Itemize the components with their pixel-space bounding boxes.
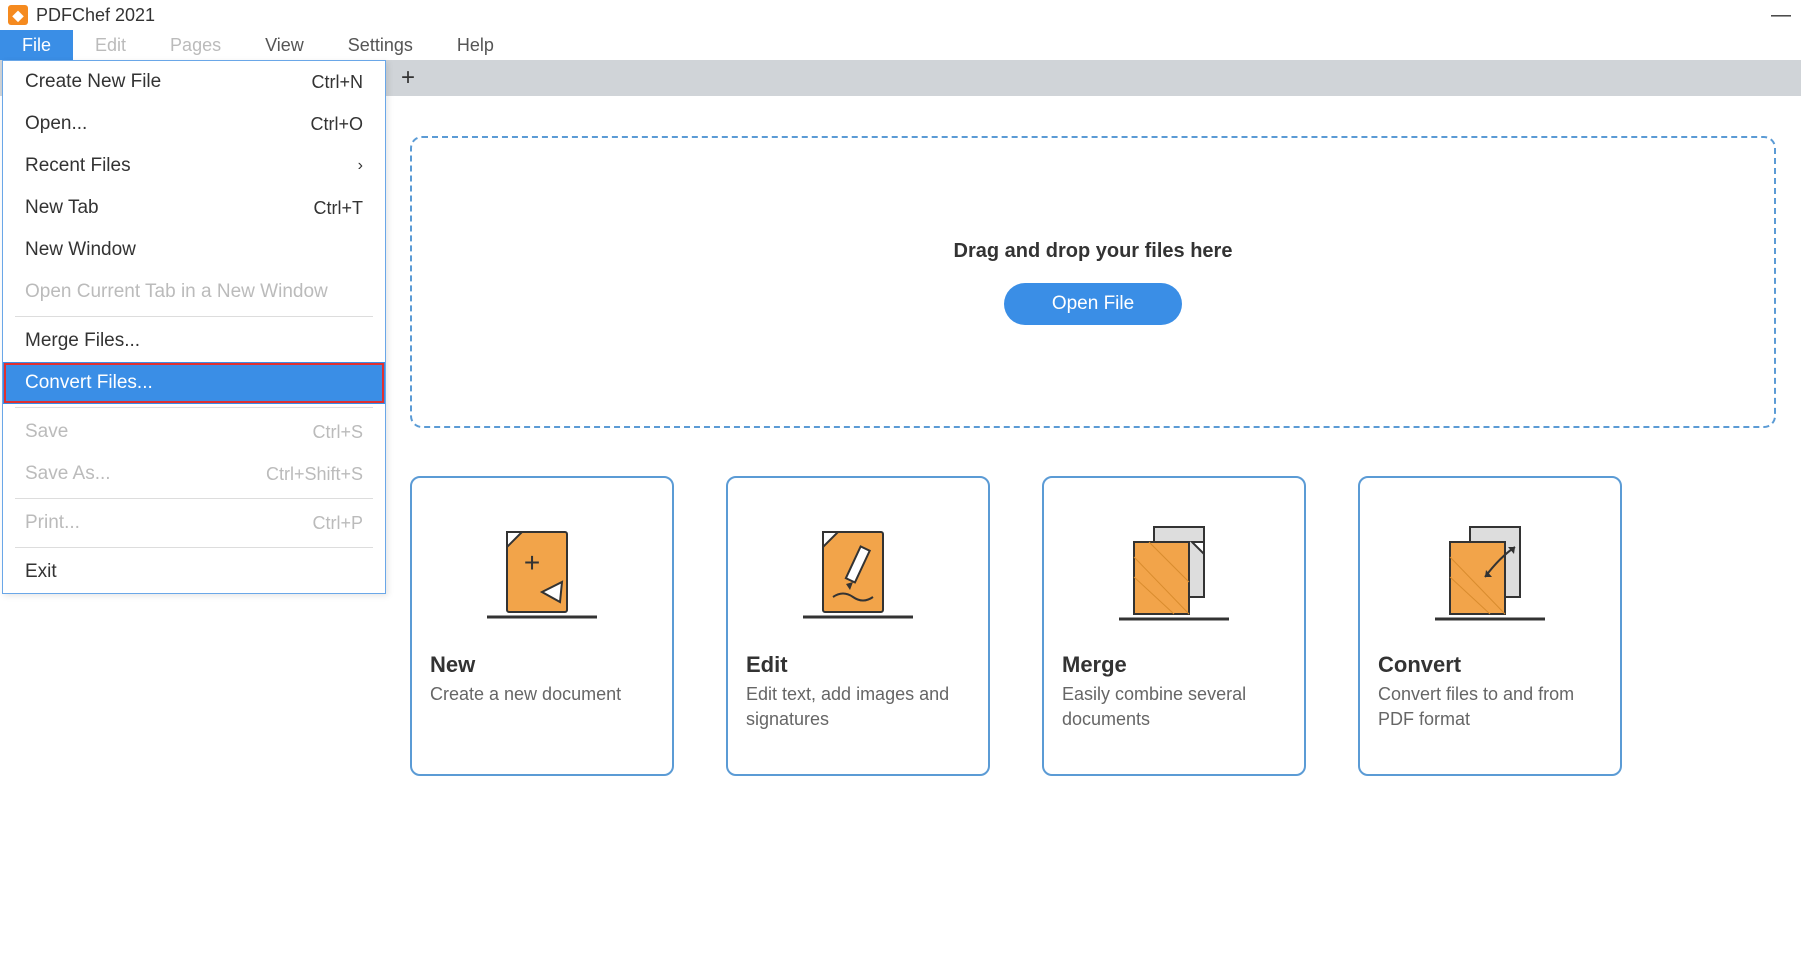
- svg-text:+: +: [524, 547, 540, 578]
- card-title: Edit: [746, 652, 970, 678]
- shortcut-text: Ctrl+P: [312, 513, 363, 534]
- file-menu-label: New Window: [25, 239, 136, 261]
- menu-separator: [15, 498, 373, 499]
- card-edit[interactable]: Edit Edit text, add images and signature…: [726, 476, 990, 776]
- card-desc: Edit text, add images and signatures: [746, 682, 970, 732]
- chevron-right-icon: ›: [358, 157, 363, 175]
- shortcut-text: Ctrl+N: [311, 72, 363, 93]
- card-title: Merge: [1062, 652, 1286, 678]
- file-menu-label: Recent Files: [25, 155, 131, 177]
- main-area: Drag and drop your files here Open File …: [390, 96, 1801, 979]
- shortcut-text: Ctrl+T: [314, 198, 364, 219]
- shortcut-text: Ctrl+Shift+S: [266, 464, 363, 485]
- menu-help[interactable]: Help: [435, 30, 516, 60]
- menu-settings[interactable]: Settings: [326, 30, 435, 60]
- file-menu-convert[interactable]: Convert Files...: [3, 362, 385, 404]
- card-title: Convert: [1378, 652, 1602, 678]
- drop-zone-text: Drag and drop your files here: [954, 240, 1233, 263]
- edit-document-icon: [746, 492, 970, 632]
- file-menu-label: Print...: [25, 512, 80, 534]
- menu-view[interactable]: View: [243, 30, 326, 60]
- file-menu-open-in-new-window: Open Current Tab in a New Window: [3, 271, 385, 313]
- file-menu-recent[interactable]: Recent Files ›: [3, 145, 385, 187]
- card-new[interactable]: + New Create a new document: [410, 476, 674, 776]
- file-menu-label: Save: [25, 421, 68, 443]
- file-menu-save-as: Save As... Ctrl+Shift+S: [3, 453, 385, 495]
- new-tab-button[interactable]: +: [390, 60, 426, 96]
- file-menu-merge[interactable]: Merge Files...: [3, 320, 385, 362]
- drop-zone[interactable]: Drag and drop your files here Open File: [410, 136, 1776, 428]
- card-convert[interactable]: Convert Convert files to and from PDF fo…: [1358, 476, 1622, 776]
- menu-edit[interactable]: Edit: [73, 30, 148, 60]
- file-menu-print: Print... Ctrl+P: [3, 502, 385, 544]
- menu-separator: [15, 407, 373, 408]
- file-menu-label: Merge Files...: [25, 330, 140, 352]
- file-menu-open[interactable]: Open... Ctrl+O: [3, 103, 385, 145]
- menu-separator: [15, 547, 373, 548]
- file-menu-label: Convert Files...: [25, 372, 153, 394]
- merge-documents-icon: [1062, 492, 1286, 632]
- file-menu-exit[interactable]: Exit: [3, 551, 385, 593]
- card-desc: Easily combine several documents: [1062, 682, 1286, 732]
- app-icon: ◆: [8, 5, 28, 25]
- file-menu-create-new[interactable]: Create New File Ctrl+N: [3, 61, 385, 103]
- menu-bar: File Edit Pages View Settings Help: [0, 30, 1801, 60]
- file-menu-label: Save As...: [25, 463, 111, 485]
- file-menu-label: New Tab: [25, 197, 99, 219]
- file-menu-label: Exit: [25, 561, 57, 583]
- file-menu-label: Create New File: [25, 71, 161, 93]
- shortcut-text: Ctrl+S: [312, 422, 363, 443]
- shortcut-text: Ctrl+O: [310, 114, 363, 135]
- file-menu-label: Open...: [25, 113, 87, 135]
- convert-documents-icon: [1378, 492, 1602, 632]
- file-menu-new-window[interactable]: New Window: [3, 229, 385, 271]
- plus-icon: +: [401, 64, 415, 92]
- action-cards: + New Create a new document: [410, 476, 1776, 776]
- app-title: PDFChef 2021: [36, 5, 155, 26]
- window-minimize-icon[interactable]: —: [1771, 4, 1791, 27]
- open-file-button[interactable]: Open File: [1004, 283, 1182, 325]
- title-bar: ◆ PDFChef 2021 —: [0, 0, 1801, 30]
- menu-pages[interactable]: Pages: [148, 30, 243, 60]
- card-desc: Create a new document: [430, 682, 654, 707]
- menu-file[interactable]: File: [0, 30, 73, 60]
- file-menu-label: Open Current Tab in a New Window: [25, 281, 328, 303]
- card-merge[interactable]: Merge Easily combine several documents: [1042, 476, 1306, 776]
- new-document-icon: +: [430, 492, 654, 632]
- file-menu-dropdown: Create New File Ctrl+N Open... Ctrl+O Re…: [2, 60, 386, 594]
- file-menu-new-tab[interactable]: New Tab Ctrl+T: [3, 187, 385, 229]
- card-desc: Convert files to and from PDF format: [1378, 682, 1602, 732]
- menu-separator: [15, 316, 373, 317]
- card-title: New: [430, 652, 654, 678]
- file-menu-save: Save Ctrl+S: [3, 411, 385, 453]
